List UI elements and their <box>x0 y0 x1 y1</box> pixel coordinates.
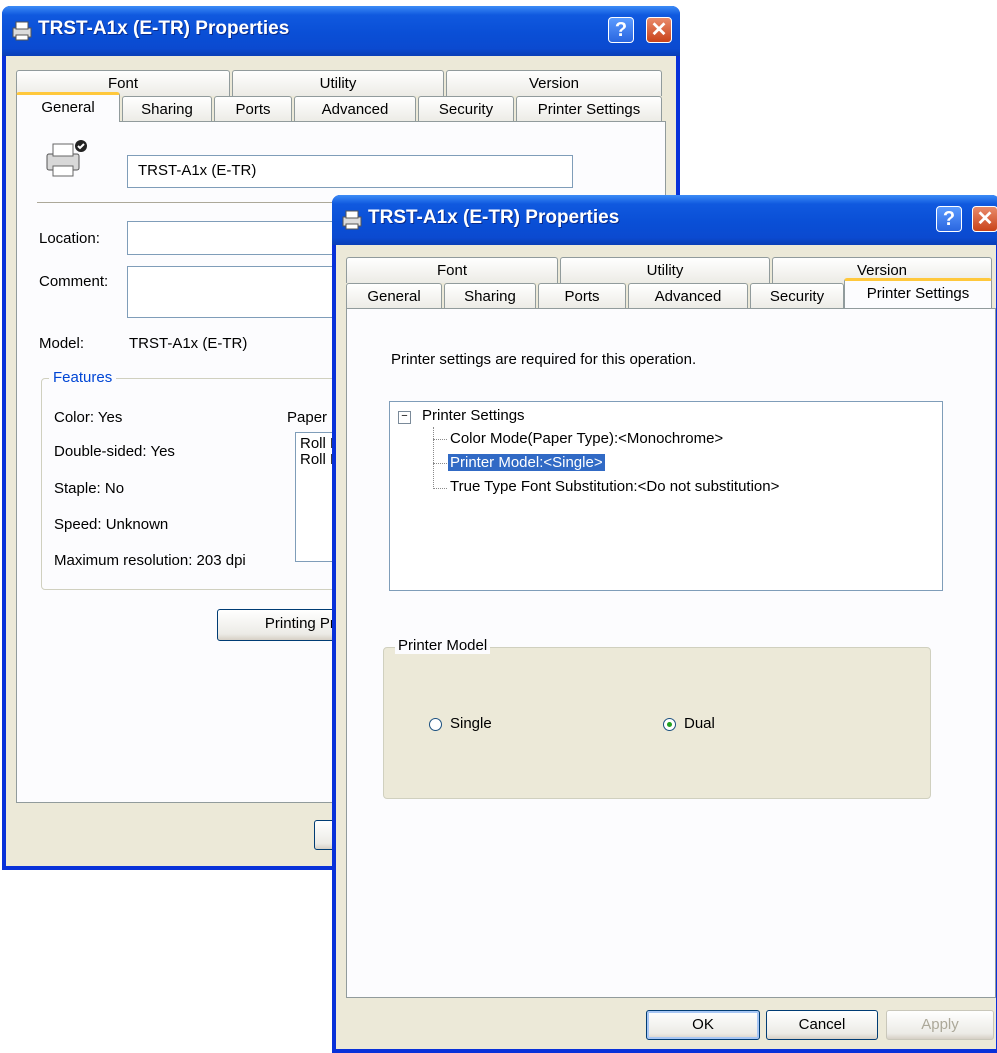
settings-tree[interactable]: − Printer Settings Color Mode(Paper Type… <box>389 401 943 591</box>
printer-name-field[interactable]: TRST-A1x (E-TR) <box>127 155 573 188</box>
close-button[interactable]: ✕ <box>972 206 997 232</box>
tab-ports[interactable]: Ports <box>214 96 292 122</box>
front-client-area: Font Utility Version General Sharing Por… <box>336 245 996 1049</box>
paper-label: Paper <box>287 409 328 426</box>
feature-staple: Staple: No <box>54 480 125 497</box>
printer-large-icon <box>46 140 87 177</box>
tab-sharing[interactable]: Sharing <box>444 283 536 309</box>
location-label: Location: <box>39 230 100 247</box>
back-window-title: TRST-A1x (E-TR) Properties <box>38 18 290 39</box>
printer-icon <box>342 210 362 230</box>
tree-expander-glyph: − <box>401 410 408 422</box>
settings-notice: Printer settings are required for this o… <box>391 351 697 368</box>
tree-item-color-mode[interactable]: Color Mode(Paper Type):<Monochrome> <box>450 430 723 447</box>
front-window-title: TRST-A1x (E-TR) Properties <box>368 207 620 228</box>
tab-security[interactable]: Security <box>750 283 844 309</box>
tree-root[interactable]: Printer Settings <box>422 407 525 424</box>
help-button[interactable]: ? <box>936 206 962 232</box>
back-title-bar[interactable]: TRST-A1x (E-TR) Properties ? ✕ <box>2 6 680 56</box>
radio-single-label[interactable]: Single <box>450 715 492 732</box>
tab-printer-settings[interactable]: Printer Settings <box>844 278 992 308</box>
tree-expand-toggle[interactable]: − <box>398 411 411 424</box>
tab-font[interactable]: Font <box>346 257 558 283</box>
tab-utility[interactable]: Utility <box>232 70 444 96</box>
tab-advanced[interactable]: Advanced <box>294 96 416 122</box>
close-button[interactable]: ✕ <box>646 17 672 43</box>
feature-max-resolution: Maximum resolution: 203 dpi <box>54 552 246 569</box>
printer-name-value: TRST-A1x (E-TR) <box>138 162 257 179</box>
tree-connector <box>433 427 434 489</box>
printer-settings-panel: Printer settings are required for this o… <box>346 308 996 998</box>
front-properties-window: TRST-A1x (E-TR) Properties ? ✕ Font Util… <box>332 195 997 1053</box>
front-title-bar[interactable]: TRST-A1x (E-TR) Properties ? ✕ <box>332 195 997 245</box>
feature-speed: Speed: Unknown <box>54 516 169 533</box>
tree-item-font-substitution[interactable]: True Type Font Substitution:<Do not subs… <box>450 478 779 495</box>
tab-security[interactable]: Security <box>418 96 514 122</box>
comment-label: Comment: <box>39 273 109 290</box>
tab-general[interactable]: General <box>346 283 442 309</box>
tree-connector <box>433 488 447 489</box>
cancel-button[interactable]: Cancel <box>766 1010 878 1040</box>
tree-connector <box>433 463 447 464</box>
radio-dual[interactable] <box>663 718 676 731</box>
feature-color: Color: Yes <box>54 409 123 426</box>
tab-printer-settings[interactable]: Printer Settings <box>516 96 662 122</box>
printer-icon <box>12 21 32 41</box>
feature-double-sided: Double-sided: Yes <box>54 443 175 460</box>
tab-general[interactable]: General <box>16 92 120 122</box>
ok-button[interactable]: OK <box>646 1010 760 1040</box>
tree-connector <box>433 439 447 440</box>
model-label: Model: <box>39 335 85 352</box>
tab-advanced[interactable]: Advanced <box>628 283 748 309</box>
tab-sharing[interactable]: Sharing <box>122 96 212 122</box>
apply-button[interactable]: Apply <box>886 1010 994 1040</box>
model-value: TRST-A1x (E-TR) <box>129 335 248 352</box>
tab-utility[interactable]: Utility <box>560 257 770 283</box>
radio-single[interactable] <box>429 718 442 731</box>
tab-ports[interactable]: Ports <box>538 283 626 309</box>
help-button[interactable]: ? <box>608 17 634 43</box>
printer-model-group-title: Printer Model <box>395 637 491 654</box>
features-legend: Features <box>49 369 117 386</box>
tab-version[interactable]: Version <box>446 70 662 96</box>
tree-item-printer-model[interactable]: Printer Model:<Single> <box>448 454 605 471</box>
radio-dual-label[interactable]: Dual <box>684 715 715 732</box>
